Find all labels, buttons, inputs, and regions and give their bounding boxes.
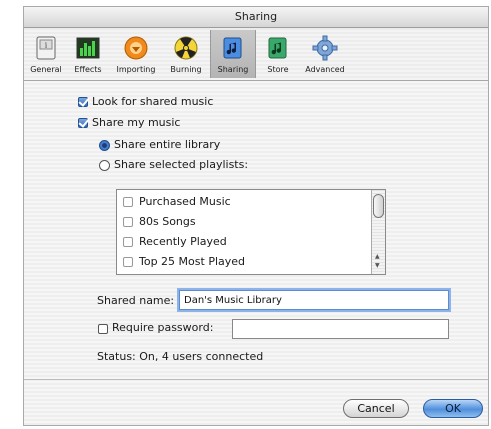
tab-sharing[interactable]: Sharing [210, 30, 256, 78]
share-selected-playlists-radio[interactable] [99, 160, 110, 171]
tab-store-label: Store [267, 65, 289, 74]
tab-advanced[interactable]: Advanced [300, 30, 350, 78]
playlist-name: Top 25 Most Played [139, 255, 246, 268]
ok-button[interactable]: OK [423, 399, 483, 418]
playlist-name: 80s Songs [139, 215, 196, 228]
footer-divider [24, 379, 488, 380]
share-entire-library-label: Share entire library [114, 138, 221, 151]
tab-general[interactable]: i General [26, 30, 66, 78]
list-item[interactable]: Purchased Music [117, 192, 367, 212]
look-for-shared-checkbox[interactable] [78, 97, 88, 107]
shared-name-input[interactable] [179, 290, 449, 310]
tab-burning[interactable]: Burning [164, 30, 208, 78]
playlist-name: Purchased Music [139, 195, 231, 208]
share-selected-playlists-label: Share selected playlists: [114, 158, 249, 171]
password-field[interactable] [232, 319, 449, 339]
tab-advanced-label: Advanced [305, 65, 345, 74]
playlist-name: Recently Played [139, 235, 227, 248]
require-password-label: Require password: [112, 321, 214, 334]
tab-general-label: General [30, 65, 62, 74]
playlist-checkbox[interactable] [123, 257, 133, 267]
scroll-up-arrow-icon[interactable]: ▲ [375, 254, 380, 260]
tab-importing[interactable]: Importing [112, 30, 160, 78]
window-title: Sharing [24, 7, 488, 28]
list-item[interactable]: Recently Played [117, 232, 367, 252]
burning-icon [174, 36, 198, 60]
share-my-music-label: Share my music [92, 116, 181, 129]
look-for-shared-label: Look for shared music [92, 95, 214, 108]
tab-effects-label: Effects [74, 65, 102, 74]
scroll-down-arrow-icon[interactable]: ▼ [375, 263, 380, 269]
share-my-music-checkbox[interactable] [78, 118, 88, 128]
playlist-list[interactable]: Purchased Music 80s Songs Recently Playe… [116, 189, 386, 275]
tab-burning-label: Burning [170, 65, 202, 74]
importing-icon [124, 36, 148, 60]
store-icon [268, 37, 287, 59]
scrollbar-thumb[interactable] [373, 194, 384, 218]
gear-icon [312, 35, 338, 61]
share-entire-library-radio[interactable] [99, 140, 110, 151]
preferences-window: Sharing i General Effects Importing Burn… [23, 6, 489, 426]
tab-store[interactable]: Store [258, 30, 298, 78]
playlist-checkbox[interactable] [123, 237, 133, 247]
tab-sharing-label: Sharing [217, 65, 249, 74]
general-icon: i [36, 36, 56, 60]
sharing-icon [223, 37, 242, 59]
playlist-checkbox[interactable] [123, 217, 133, 227]
playlist-checkbox[interactable] [123, 197, 133, 207]
list-item[interactable]: 80s Songs [117, 212, 367, 232]
cancel-button[interactable]: Cancel [343, 399, 409, 418]
require-password-checkbox[interactable] [98, 324, 108, 334]
status-text: Status: On, 4 users connected [97, 350, 264, 363]
playlist-scrollbar[interactable]: ▲ ▼ [371, 190, 385, 274]
shared-name-label: Shared name: [97, 294, 175, 307]
tab-effects[interactable]: Effects [68, 30, 108, 78]
list-item[interactable]: Top 25 Most Played [117, 252, 367, 272]
equalizer-icon [76, 37, 100, 59]
tab-importing-label: Importing [116, 65, 156, 74]
preferences-toolbar: i General Effects Importing Burning Shar… [24, 28, 488, 81]
